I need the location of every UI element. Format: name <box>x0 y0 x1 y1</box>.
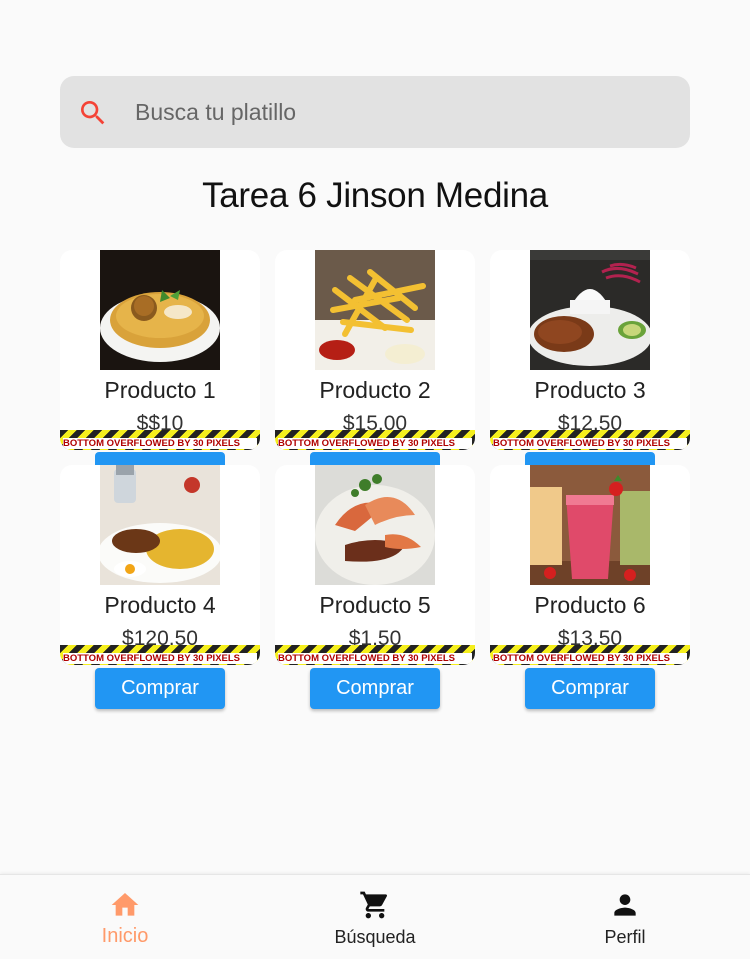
overflow-warning: BOTTOM OVERFLOWED BY 30 PIXELS <box>490 645 690 665</box>
product-image <box>530 250 650 370</box>
overflow-warning-text: BOTTOM OVERFLOWED BY 30 PIXELS <box>278 438 472 449</box>
overflow-warning: BOTTOM OVERFLOWED BY 30 PIXELS <box>275 430 475 450</box>
page-title: Tarea 6 Jinson Medina <box>202 176 548 215</box>
nav-label: Perfil <box>604 927 646 947</box>
bottom-navigation: Inicio Búsqueda Perfil <box>0 874 750 959</box>
buy-button[interactable]: Comprar <box>310 668 440 709</box>
person-icon <box>614 894 636 916</box>
product-card: Producto 3 $12.50 BOTTOM OVERFLOWED BY 3… <box>490 250 690 450</box>
product-name: Producto 5 <box>319 592 431 618</box>
search-icon <box>81 101 105 125</box>
product-name: Producto 6 <box>534 592 646 618</box>
home-icon <box>111 893 139 916</box>
buy-button[interactable]: Comprar <box>95 668 225 709</box>
product-name: Producto 2 <box>319 377 431 403</box>
cart-icon <box>360 891 388 919</box>
overflow-warning: BOTTOM OVERFLOWED BY 30 PIXELS <box>490 430 690 450</box>
overflow-warning-text: BOTTOM OVERFLOWED BY 30 PIXELS <box>63 438 257 449</box>
product-card: Producto 5 $1.50 BOTTOM OVERFLOWED BY 30… <box>275 465 475 665</box>
product-image <box>530 465 650 585</box>
overflow-warning-text: BOTTOM OVERFLOWED BY 30 PIXELS <box>63 653 257 664</box>
search-input[interactable] <box>135 94 675 130</box>
nav-item-busqueda[interactable]: Búsqueda <box>250 875 500 959</box>
product-card: Producto 2 $15.00 BOTTOM OVERFLOWED BY 3… <box>275 250 475 450</box>
overflow-warning: BOTTOM OVERFLOWED BY 30 PIXELS <box>60 645 260 665</box>
overflow-warning-text: BOTTOM OVERFLOWED BY 30 PIXELS <box>278 653 472 664</box>
buy-button-peek[interactable] <box>95 452 225 466</box>
product-image <box>100 250 220 370</box>
product-card: Producto 4 $120.50 BOTTOM OVERFLOWED BY … <box>60 465 260 665</box>
buy-button[interactable]: Comprar <box>525 668 655 709</box>
product-name: Producto 4 <box>104 592 216 618</box>
overflow-warning: BOTTOM OVERFLOWED BY 30 PIXELS <box>60 430 260 450</box>
product-image <box>100 465 220 585</box>
product-card: Producto 1 $$10 BOTTOM OVERFLOWED BY 30 … <box>60 250 260 450</box>
overflow-warning-text: BOTTOM OVERFLOWED BY 30 PIXELS <box>493 438 687 449</box>
product-name: Producto 3 <box>534 377 646 403</box>
overflow-warning: BOTTOM OVERFLOWED BY 30 PIXELS <box>275 645 475 665</box>
nav-label: Inicio <box>101 925 149 947</box>
overflow-warning-text: BOTTOM OVERFLOWED BY 30 PIXELS <box>493 653 687 664</box>
product-image <box>315 465 435 585</box>
nav-item-inicio[interactable]: Inicio <box>0 875 250 959</box>
nav-item-perfil[interactable]: Perfil <box>500 875 750 959</box>
buy-button-peek[interactable] <box>310 452 440 466</box>
buy-button-peek[interactable] <box>525 452 655 466</box>
product-image <box>315 250 435 370</box>
nav-label: Búsqueda <box>334 927 416 947</box>
product-card: Producto 6 $13.50 BOTTOM OVERFLOWED BY 3… <box>490 465 690 665</box>
product-name: Producto 1 <box>104 377 216 403</box>
